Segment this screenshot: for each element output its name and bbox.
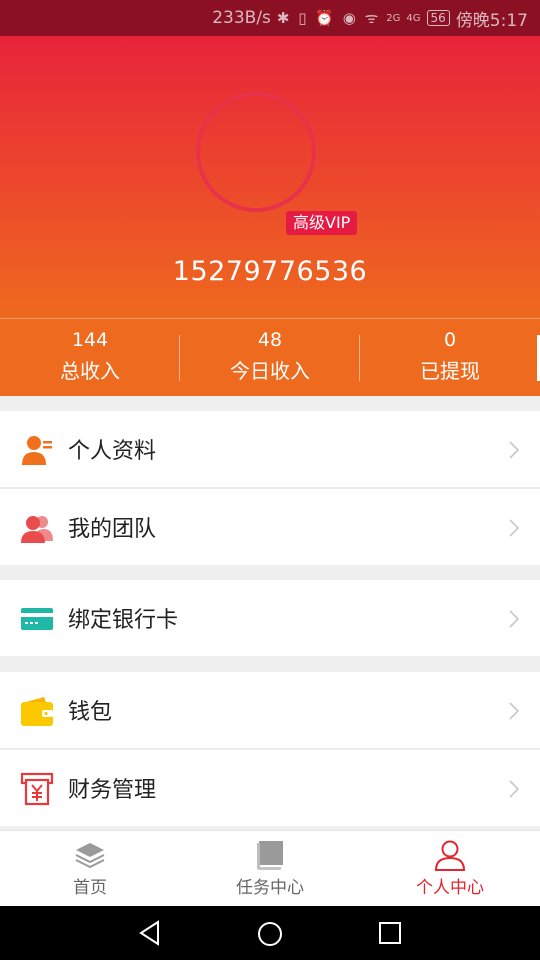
phone-number: 15279776536 bbox=[172, 256, 368, 287]
network-speed: 233B/s bbox=[212, 8, 271, 28]
chevron-right-icon bbox=[509, 441, 520, 459]
menu-item-bank-card[interactable]: 绑定银行卡 bbox=[0, 580, 540, 656]
recents-icon[interactable] bbox=[378, 921, 402, 945]
chevron-right-icon bbox=[509, 519, 520, 537]
stat-label: 已提现 bbox=[420, 359, 480, 383]
user-card-icon bbox=[22, 436, 52, 465]
status-bar: 233B/s ✱ ▯ ⏰ ◉ ᯤ 2G 4G 56 傍晚5:17 bbox=[0, 0, 540, 36]
nav-personal-center[interactable]: 个人中心 bbox=[360, 831, 540, 906]
finance-icon bbox=[20, 772, 54, 806]
menu-label: 我的团队 bbox=[68, 517, 157, 542]
stat-today-income[interactable]: 48 今日收入 bbox=[180, 319, 360, 396]
stat-value: 0 bbox=[443, 329, 457, 351]
wallet-icon bbox=[21, 697, 53, 726]
menu-label: 个人资料 bbox=[68, 439, 157, 464]
back-icon[interactable] bbox=[138, 920, 162, 946]
chevron-right-icon bbox=[509, 610, 520, 628]
stat-total-income[interactable]: 144 总收入 bbox=[0, 319, 180, 396]
menu-label: 财务管理 bbox=[68, 778, 157, 803]
menu-item-wallet[interactable]: 钱包 bbox=[0, 672, 540, 748]
signal-4g-label: 4G bbox=[406, 12, 421, 24]
stat-value: 48 bbox=[257, 329, 283, 351]
vip-badge: 高级VIP bbox=[286, 211, 358, 235]
income-stats: 144 总收入 48 今日收入 0 已提现 bbox=[0, 318, 540, 396]
chevron-right-icon bbox=[509, 702, 520, 720]
menu-label: 钱包 bbox=[68, 700, 113, 725]
stat-label: 总收入 bbox=[60, 359, 120, 383]
team-icon bbox=[21, 516, 53, 543]
battery-indicator: 56 bbox=[426, 10, 450, 26]
nav-label: 个人中心 bbox=[416, 878, 484, 898]
bottom-navigation: 首页 任务中心 个人中心 bbox=[0, 830, 540, 906]
nav-label: 任务中心 bbox=[236, 878, 304, 898]
profile-header: 高级VIP 15279776536 bbox=[0, 36, 540, 318]
menu-item-finance[interactable]: 财务管理 bbox=[0, 750, 540, 826]
book-icon bbox=[257, 841, 283, 870]
menu-item-profile[interactable]: 个人资料 bbox=[0, 411, 540, 487]
avatar[interactable] bbox=[196, 92, 316, 212]
home-icon[interactable] bbox=[256, 920, 284, 948]
chevron-right-icon bbox=[509, 780, 520, 798]
stat-label: 今日收入 bbox=[230, 359, 310, 383]
nav-home[interactable]: 首页 bbox=[0, 831, 180, 906]
person-icon bbox=[434, 840, 466, 871]
bank-card-icon bbox=[21, 608, 53, 630]
clock: 傍晚5:17 bbox=[455, 10, 528, 31]
status-icons: ✱ ▯ ⏰ ◉ ᯤ bbox=[276, 9, 381, 27]
stat-value: 144 bbox=[71, 329, 109, 351]
signal-2g-label: 2G bbox=[386, 12, 401, 24]
system-navigation-bar bbox=[0, 906, 540, 960]
menu-item-team[interactable]: 我的团队 bbox=[0, 489, 540, 565]
nav-task-center[interactable]: 任务中心 bbox=[180, 831, 360, 906]
menu-label: 绑定银行卡 bbox=[68, 608, 179, 633]
stat-withdrawn[interactable]: 0 已提现 bbox=[360, 319, 540, 396]
nav-label: 首页 bbox=[73, 878, 107, 898]
layers-icon bbox=[75, 843, 105, 869]
